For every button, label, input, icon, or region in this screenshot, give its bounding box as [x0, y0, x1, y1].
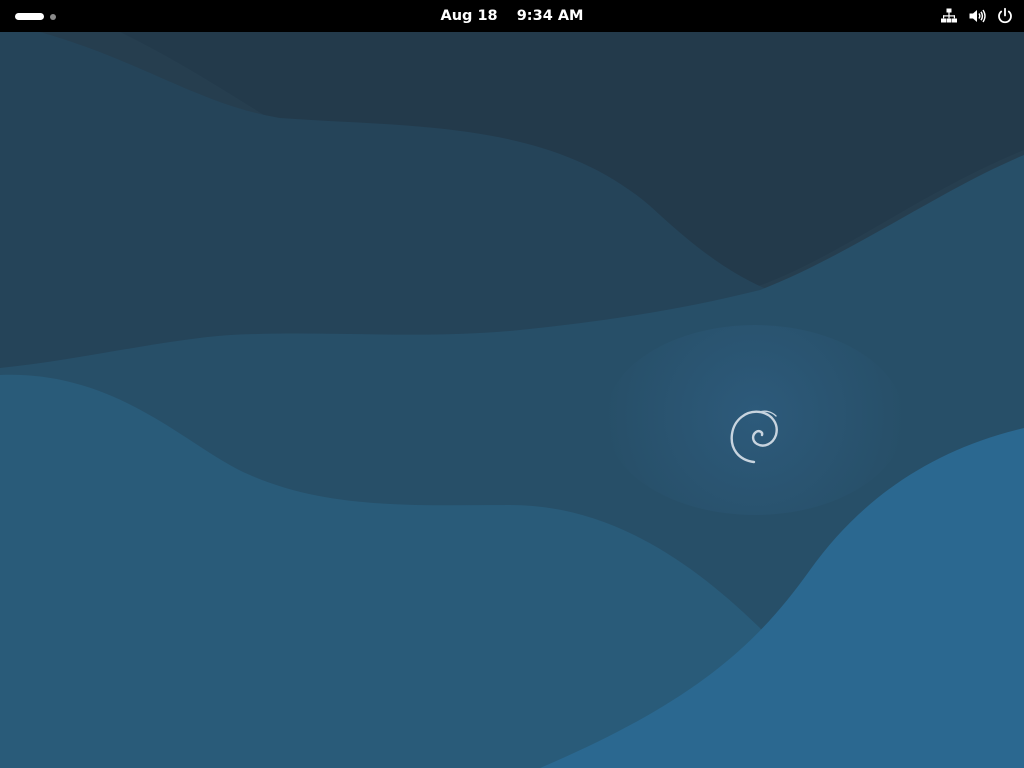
activities-button[interactable]	[8, 6, 64, 26]
debian-swirl-icon	[730, 410, 778, 464]
clock-date: Aug 18	[440, 8, 498, 24]
volume-icon	[969, 9, 986, 23]
system-tray[interactable]	[930, 0, 1014, 32]
top-bar: Aug 18 9:34 AM	[0, 0, 1024, 32]
wallpaper-waves	[0, 32, 1024, 768]
power-icon	[998, 7, 1012, 24]
active-workspace-indicator	[15, 13, 44, 20]
network-wired-icon	[941, 8, 957, 23]
clock-button[interactable]: Aug 18 9:34 AM	[412, 0, 612, 32]
clock-time: 9:34 AM	[516, 8, 584, 24]
inactive-workspace-dot	[50, 13, 56, 20]
desktop-wallpaper[interactable]	[0, 32, 1024, 768]
